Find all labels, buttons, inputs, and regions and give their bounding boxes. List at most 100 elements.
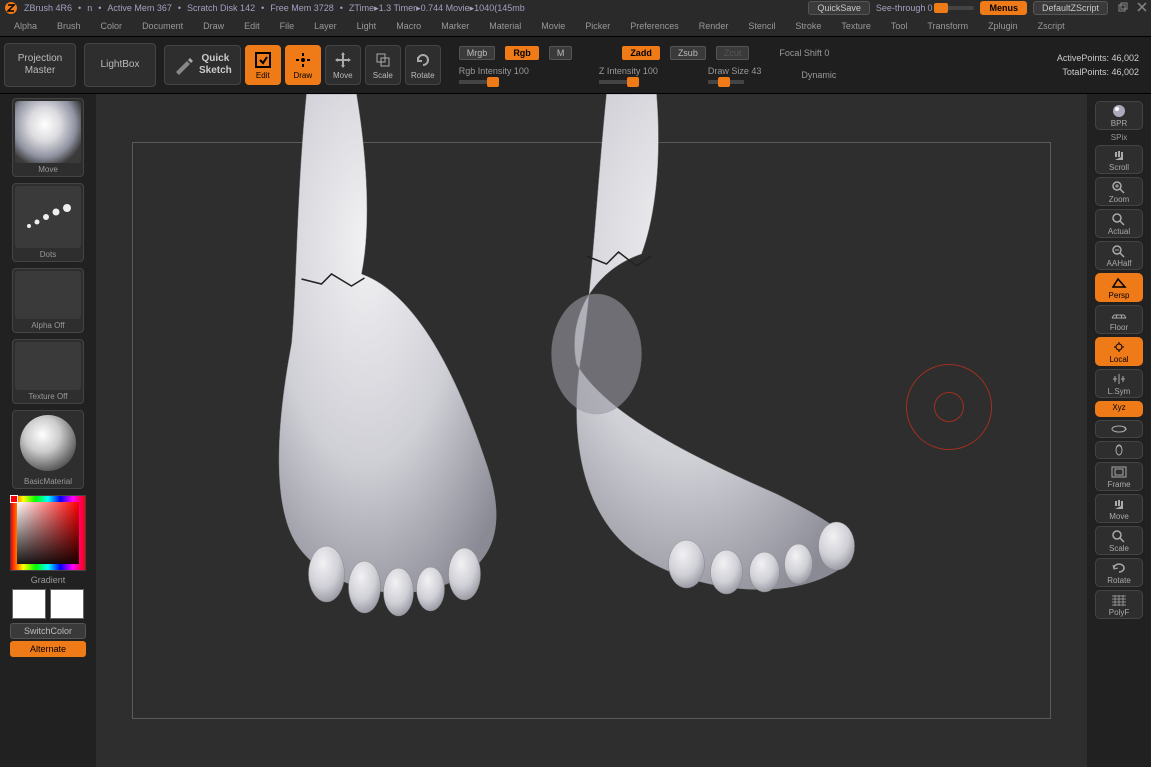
brush-cursor-inner-icon	[934, 392, 964, 422]
defaultzscript-button[interactable]: DefaultZScript	[1033, 1, 1108, 15]
z-intensity-slider[interactable]	[599, 80, 635, 84]
spix-label[interactable]: SPix	[1090, 133, 1148, 142]
zsub-toggle[interactable]: Zsub	[670, 46, 706, 60]
draw-size-label[interactable]: Draw Size 43	[708, 66, 762, 76]
frame-button[interactable]: Frame	[1095, 462, 1143, 491]
rgb-toggle[interactable]: Rgb	[505, 46, 539, 60]
zcut-toggle[interactable]: Zcut	[716, 46, 750, 60]
lsym-icon	[1110, 372, 1128, 386]
menu-movie[interactable]: Movie	[531, 18, 575, 34]
rgb-intensity-label[interactable]: Rgb Intensity 100	[459, 66, 529, 76]
pencil-icon	[173, 54, 195, 76]
right-tray: BPR SPix Scroll Zoom Actual AAHalf Persp…	[1087, 94, 1151, 767]
menu-macro[interactable]: Macro	[386, 18, 431, 34]
quicksketch-button[interactable]: Quick Sketch	[164, 45, 241, 85]
main-color-swatch[interactable]	[12, 589, 46, 619]
menu-draw[interactable]: Draw	[193, 18, 234, 34]
menu-file[interactable]: File	[270, 18, 305, 34]
draw-size-slider[interactable]	[708, 80, 744, 84]
polyf-icon	[1110, 593, 1128, 607]
m-toggle[interactable]: M	[549, 46, 573, 60]
menu-document[interactable]: Document	[132, 18, 193, 34]
menus-toggle[interactable]: Menus	[980, 1, 1027, 15]
menu-marker[interactable]: Marker	[431, 18, 479, 34]
menu-zplugin[interactable]: Zplugin	[978, 18, 1028, 34]
move-mode-button[interactable]: Move	[325, 45, 361, 85]
bpr-button[interactable]: BPR	[1095, 101, 1143, 130]
gradient-label[interactable]: Gradient	[3, 575, 93, 585]
menu-transform[interactable]: Transform	[917, 18, 978, 34]
rot-y-button[interactable]	[1095, 441, 1143, 459]
quicksave-button[interactable]: QuickSave	[808, 1, 870, 15]
draw-icon	[294, 51, 312, 69]
menu-material[interactable]: Material	[479, 18, 531, 34]
switchcolor-button[interactable]: SwitchColor	[10, 623, 86, 639]
menu-texture[interactable]: Texture	[831, 18, 881, 34]
persp-button[interactable]: Persp	[1095, 273, 1143, 302]
mrgb-toggle[interactable]: Mrgb	[459, 46, 496, 60]
workspace: Move Dots Alpha Off Texture Off BasicMat…	[0, 94, 1151, 767]
seethrough-label: See-through	[876, 3, 926, 13]
stroke-selector[interactable]: Dots	[12, 183, 84, 262]
xyz-button[interactable]: Xyz	[1095, 401, 1143, 417]
menu-stroke[interactable]: Stroke	[785, 18, 831, 34]
material-selector[interactable]: BasicMaterial	[12, 410, 84, 489]
lsym-button[interactable]: L.Sym	[1095, 369, 1143, 398]
menu-zscript[interactable]: Zscript	[1028, 18, 1075, 34]
menu-tool[interactable]: Tool	[881, 18, 918, 34]
texture-preview-icon	[15, 342, 81, 390]
rotate-icon	[414, 51, 432, 69]
menu-color[interactable]: Color	[91, 18, 133, 34]
menu-render[interactable]: Render	[689, 18, 739, 34]
menu-picker[interactable]: Picker	[575, 18, 620, 34]
zoom-button[interactable]: Zoom	[1095, 177, 1143, 206]
floor-button[interactable]: Floor	[1095, 305, 1143, 334]
menu-layer[interactable]: Layer	[304, 18, 347, 34]
aahalf-button[interactable]: AAHalf	[1095, 241, 1143, 270]
polyf-button[interactable]: PolyF	[1095, 590, 1143, 619]
menu-edit[interactable]: Edit	[234, 18, 270, 34]
texture-selector[interactable]: Texture Off	[12, 339, 84, 404]
brush-preview-icon	[15, 101, 81, 163]
edit-mode-button[interactable]: Edit	[245, 45, 281, 85]
alpha-preview-icon	[15, 271, 81, 319]
zadd-toggle[interactable]: Zadd	[622, 46, 660, 60]
color-picker[interactable]	[10, 495, 86, 571]
floor-icon	[1110, 308, 1128, 322]
brush-selector[interactable]: Move	[12, 98, 84, 177]
lightbox-button[interactable]: LightBox	[84, 43, 156, 87]
secondary-color-swatch[interactable]	[50, 589, 84, 619]
focal-shift-label[interactable]: Focal Shift 0	[779, 48, 829, 58]
nav-scale-button[interactable]: Scale	[1095, 526, 1143, 555]
menu-brush[interactable]: Brush	[47, 18, 91, 34]
alpha-selector[interactable]: Alpha Off	[12, 268, 84, 333]
rotate-mode-button[interactable]: Rotate	[405, 45, 441, 85]
menu-stencil[interactable]: Stencil	[738, 18, 785, 34]
rot-x-button[interactable]	[1095, 420, 1143, 438]
scroll-button[interactable]: Scroll	[1095, 145, 1143, 174]
window-restore-icon[interactable]	[1118, 2, 1128, 14]
menu-alpha[interactable]: Alpha	[4, 18, 47, 34]
window-close-icon[interactable]	[1137, 2, 1147, 14]
local-button[interactable]: Local	[1095, 337, 1143, 366]
current-color-swatch	[10, 495, 18, 503]
z-intensity-label[interactable]: Z Intensity 100	[599, 66, 658, 76]
rgb-intensity-slider[interactable]	[459, 80, 495, 84]
draw-mode-button[interactable]: Draw	[285, 45, 321, 85]
menu-light[interactable]: Light	[347, 18, 387, 34]
rot-y-icon	[1110, 444, 1128, 457]
menu-preferences[interactable]: Preferences	[620, 18, 689, 34]
scale-mode-button[interactable]: Scale	[365, 45, 401, 85]
zbrush-logo-icon	[4, 1, 18, 15]
nav-move-button[interactable]: Move	[1095, 494, 1143, 523]
projection-master-button[interactable]: Projection Master	[4, 43, 76, 87]
menu-bar: Alpha Brush Color Document Draw Edit Fil…	[0, 16, 1151, 36]
zoom-icon	[1110, 180, 1128, 194]
nav-rotate-button[interactable]: Rotate	[1095, 558, 1143, 587]
alternate-button[interactable]: Alternate	[10, 641, 86, 657]
sphere-icon	[1110, 104, 1128, 118]
actual-button[interactable]: Actual	[1095, 209, 1143, 238]
canvas[interactable]	[96, 94, 1087, 767]
dynamic-label[interactable]: Dynamic	[801, 70, 836, 80]
seethrough-slider[interactable]	[934, 6, 974, 10]
